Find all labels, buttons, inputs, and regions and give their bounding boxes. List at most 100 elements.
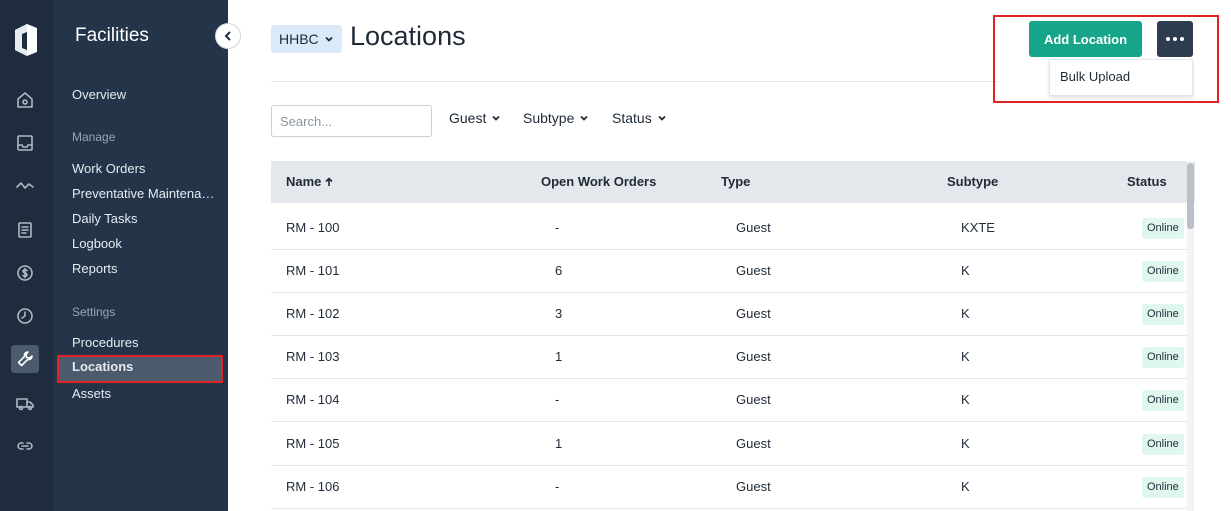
header-divider [271,81,997,82]
cell-type: Guest [736,436,771,451]
property-selector[interactable]: HHBC [271,25,342,53]
status-badge: Online [1142,261,1184,282]
filter-subtype-label: Subtype [523,110,575,126]
sidebar-item-reports[interactable]: Reports [72,261,220,276]
cell-open-work-orders: 6 [555,263,563,278]
filter-guest-label: Guest [449,110,487,126]
status-badge: Online [1142,304,1184,325]
cell-open-work-orders: - [555,479,560,494]
column-header-subtype[interactable]: Subtype [947,174,998,189]
table-row[interactable]: RM - 105 1 Guest K Online [271,423,1187,466]
wrench-icon[interactable] [11,345,39,373]
sidebar-item-work-orders[interactable]: Work Orders [72,161,220,176]
status-badge: Online [1142,347,1184,368]
sidebar: Facilities Overview Manage Work Orders P… [54,0,228,511]
clock-icon[interactable] [11,302,39,330]
chevron-down-icon [580,115,589,121]
sidebar-item-locations[interactable]: Locations [57,355,223,383]
cell-name: RM - 105 [286,436,340,451]
more-dot [1180,37,1184,41]
filter-status[interactable]: Status [612,110,667,126]
sidebar-item-overview[interactable]: Overview [72,87,220,102]
cell-type: Guest [736,220,771,235]
table-row[interactable]: RM - 101 6 Guest K Online [271,250,1187,293]
cell-open-work-orders: - [555,220,560,235]
more-options-button[interactable] [1157,21,1193,57]
truck-icon[interactable] [11,389,39,417]
cell-type: Guest [736,479,771,494]
table-row[interactable]: RM - 102 3 Guest K Online [271,293,1187,336]
cell-open-work-orders: - [555,392,560,407]
sidebar-title: Facilities [75,25,149,46]
cell-open-work-orders: 1 [555,349,563,364]
add-location-button[interactable]: Add Location [1029,21,1142,57]
sidebar-item-assets[interactable]: Assets [72,386,220,401]
column-header-name-label: Name [286,174,322,189]
sidebar-section-manage: Manage [72,130,116,144]
collapse-sidebar-button[interactable] [215,23,241,49]
filter-status-label: Status [612,110,652,126]
sidebar-item-procedures[interactable]: Procedures [72,335,220,350]
table-header: Name Open Work Orders Type Subtype Statu… [271,161,1195,203]
cell-subtype: K [961,306,970,321]
cell-type: Guest [736,306,771,321]
cell-subtype: K [961,392,970,407]
more-dot [1173,37,1177,41]
property-selector-label: HHBC [279,31,319,47]
cell-subtype: KXTE [961,220,995,235]
page-title: Locations [350,21,466,51]
cell-type: Guest [736,392,771,407]
cell-name: RM - 104 [286,392,340,407]
column-header-type[interactable]: Type [721,174,750,189]
cell-open-work-orders: 3 [555,306,563,321]
cell-name: RM - 106 [286,479,340,494]
search-input[interactable] [271,105,432,137]
link-icon[interactable] [11,432,39,460]
home-icon[interactable] [11,86,39,114]
activity-icon[interactable] [11,172,39,200]
chevron-left-icon [224,31,231,41]
column-header-status[interactable]: Status [1127,174,1167,189]
cell-name: RM - 103 [286,349,340,364]
cell-name: RM - 101 [286,263,340,278]
chevron-down-icon [492,115,500,121]
table-row[interactable]: RM - 100 - Guest KXTE Online [271,207,1187,250]
filter-subtype[interactable]: Subtype [523,110,589,126]
cell-name: RM - 102 [286,306,340,321]
sidebar-item-logbook[interactable]: Logbook [72,236,220,251]
sidebar-item-daily-tasks[interactable]: Daily Tasks [72,211,220,226]
status-badge: Online [1142,477,1184,498]
more-options-menu: Bulk Upload [1049,59,1193,96]
cell-subtype: K [961,479,970,494]
cell-subtype: K [961,436,970,451]
document-icon[interactable] [11,216,39,244]
cell-subtype: K [961,349,970,364]
sidebar-section-settings: Settings [72,305,116,319]
column-header-open-work-orders[interactable]: Open Work Orders [541,174,656,189]
table-row[interactable]: RM - 104 - Guest K Online [271,379,1187,422]
filter-guest[interactable]: Guest [449,110,501,126]
table-row[interactable]: RM - 106 - Guest K Online [271,466,1187,509]
menu-item-bulk-upload[interactable]: Bulk Upload [1060,69,1130,84]
dollar-icon[interactable] [11,259,39,287]
status-badge: Online [1142,434,1184,455]
cell-subtype: K [961,263,970,278]
chevron-down-icon [325,36,333,42]
table-row[interactable]: RM - 103 1 Guest K Online [271,336,1187,379]
cell-type: Guest [736,263,771,278]
column-header-name[interactable]: Name [286,174,334,189]
cell-open-work-orders: 1 [555,436,563,451]
icon-rail [0,0,54,511]
sort-arrow-up-icon [325,176,333,186]
status-badge: Online [1142,390,1184,411]
cell-name: RM - 100 [286,220,340,235]
inbox-icon[interactable] [11,129,39,157]
more-dot [1166,37,1170,41]
status-badge: Online [1142,218,1184,239]
table-scrollbar-thumb[interactable] [1187,163,1194,229]
cell-type: Guest [736,349,771,364]
logo-icon[interactable] [13,22,39,58]
sidebar-item-preventative-maintenance[interactable]: Preventative Maintenance [72,186,220,201]
chevron-down-icon [658,115,666,121]
app: Facilities Overview Manage Work Orders P… [0,0,1231,511]
